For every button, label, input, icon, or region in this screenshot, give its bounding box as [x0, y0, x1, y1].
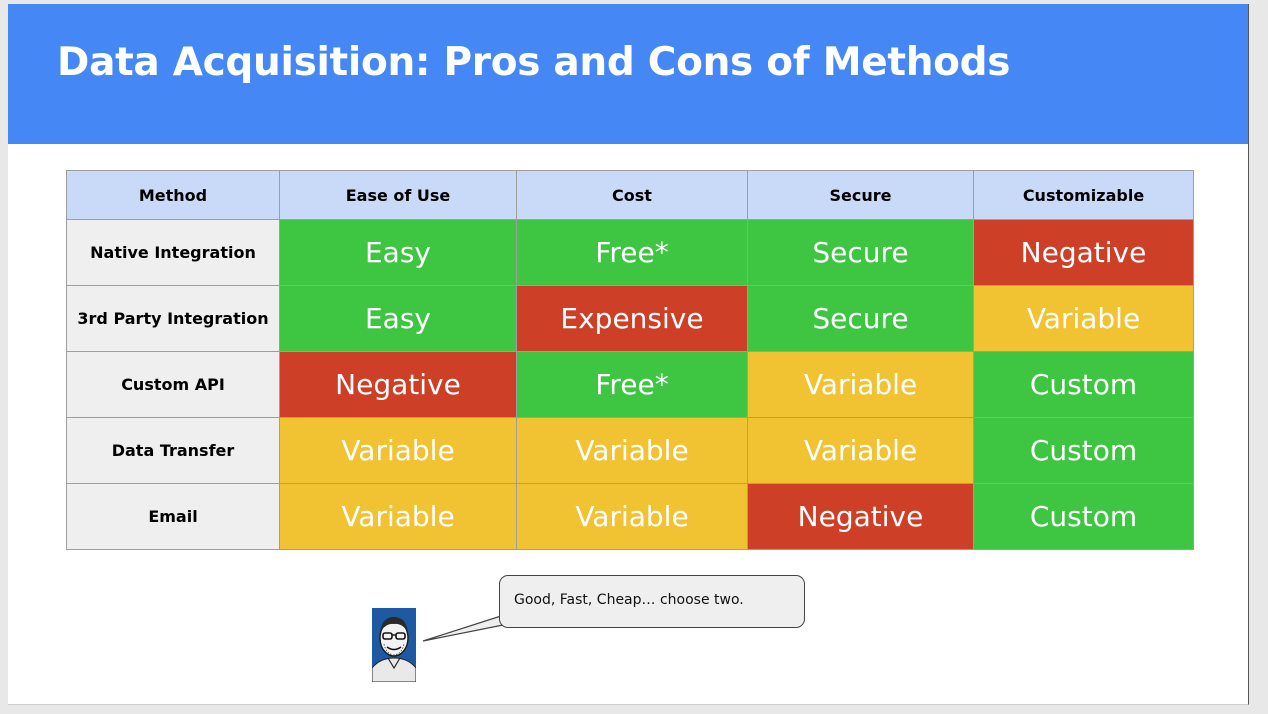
rating-cell: Variable [516, 417, 748, 484]
speech-bubble-text: Good, Fast, Cheap… choose two. [514, 592, 744, 608]
table-row: Data Transfer Variable Variable Variable… [66, 417, 1194, 484]
rating-cell: Variable [279, 483, 517, 550]
slide: Data Acquisition: Pros and Cons of Metho… [8, 4, 1249, 705]
header-customizable: Customizable [973, 170, 1194, 220]
row-method-label: Email [66, 483, 280, 550]
rating-cell: Custom [973, 417, 1194, 484]
rating-cell: Variable [973, 285, 1194, 352]
rating-cell: Variable [516, 483, 748, 550]
table-header-row: Method Ease of Use Cost Secure Customiza… [66, 170, 1194, 220]
rating-cell: Variable [747, 351, 974, 418]
rating-cell: Custom [973, 483, 1194, 550]
rating-cell: Custom [973, 351, 1194, 418]
rating-cell: Easy [279, 285, 517, 352]
header-ease-of-use: Ease of Use [279, 170, 517, 220]
rating-cell: Variable [279, 417, 517, 484]
header-secure: Secure [747, 170, 974, 220]
slide-title: Data Acquisition: Pros and Cons of Metho… [57, 40, 1011, 85]
table-row: Custom API Negative Free* Variable Custo… [66, 351, 1194, 418]
row-method-label: Data Transfer [66, 417, 280, 484]
table-row: Native Integration Easy Free* Secure Neg… [66, 219, 1194, 286]
table-row: Email Variable Variable Negative Custom [66, 483, 1194, 550]
rating-cell: Free* [516, 219, 748, 286]
header-method: Method [66, 170, 280, 220]
rating-cell: Negative [973, 219, 1194, 286]
row-method-label: 3rd Party Integration [66, 285, 280, 352]
rating-cell: Negative [279, 351, 517, 418]
rating-cell: Variable [747, 417, 974, 484]
rating-cell: Secure [747, 219, 974, 286]
rating-cell: Expensive [516, 285, 748, 352]
rating-cell: Free* [516, 351, 748, 418]
title-bar: Data Acquisition: Pros and Cons of Metho… [8, 4, 1248, 144]
header-cost: Cost [516, 170, 748, 220]
rating-cell: Negative [747, 483, 974, 550]
row-method-label: Native Integration [66, 219, 280, 286]
row-method-label: Custom API [66, 351, 280, 418]
rating-cell: Easy [279, 219, 517, 286]
rating-cell: Secure [747, 285, 974, 352]
presenter-avatar-icon [372, 608, 416, 682]
table-row: 3rd Party Integration Easy Expensive Sec… [66, 285, 1194, 352]
comparison-table: Method Ease of Use Cost Secure Customiza… [66, 170, 1194, 550]
speech-bubble: Good, Fast, Cheap… choose two. [499, 575, 805, 628]
